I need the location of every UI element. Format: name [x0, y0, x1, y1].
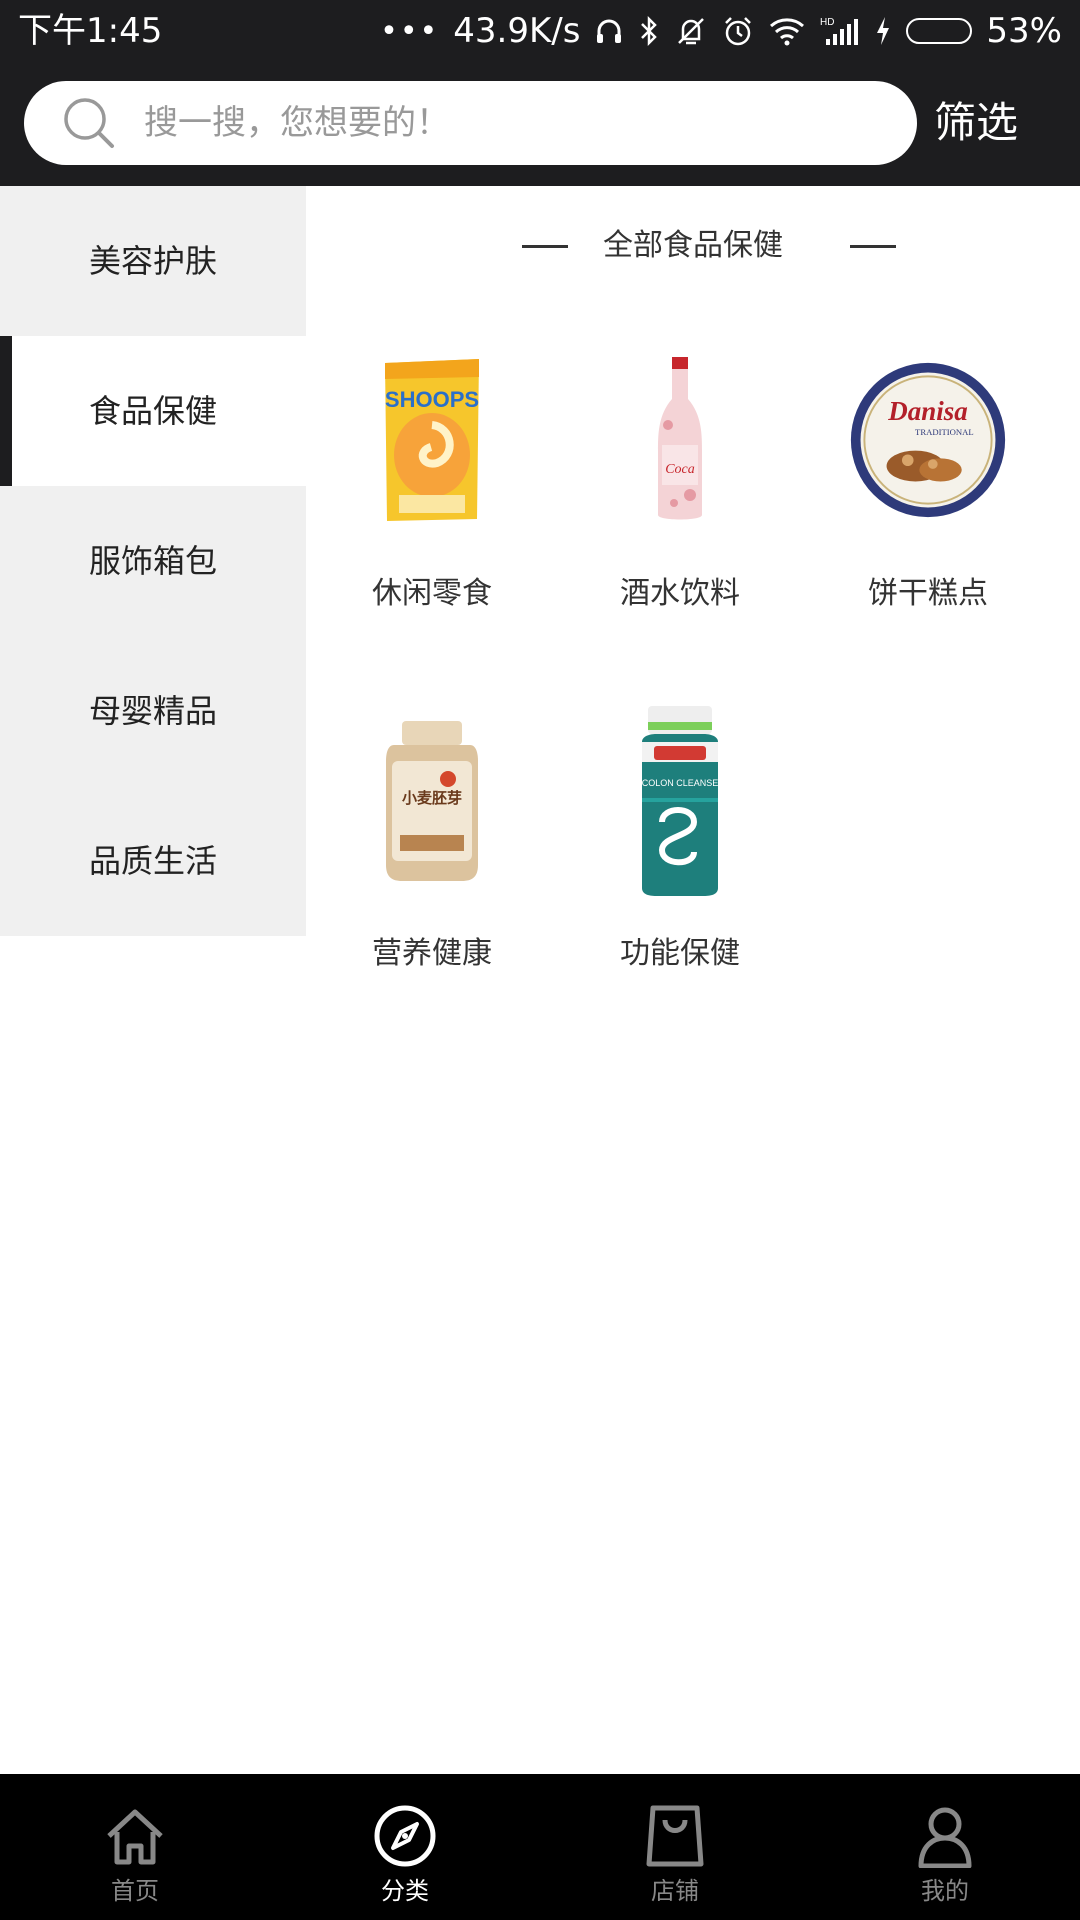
svg-text:SHOOPS: SHOOPS: [385, 387, 479, 412]
search-box[interactable]: [24, 81, 917, 165]
svg-text:小麦胚芽: 小麦胚芽: [402, 789, 462, 807]
wifi-icon: [768, 16, 806, 46]
compass-icon: [373, 1804, 437, 1868]
title-dash-left: [522, 245, 568, 248]
nav-tab-category[interactable]: 分类: [270, 1774, 540, 1920]
headset-icon: [594, 16, 624, 46]
bottom-nav: 首页 分类 店铺 我的: [0, 1774, 1080, 1920]
sidebar-item-food-health[interactable]: 食品保健: [0, 336, 306, 486]
sidebar-item-mother-baby[interactable]: 母婴精品: [0, 636, 306, 786]
category-item-label: 营养健康: [372, 936, 492, 971]
category-item-label: 休闲零食: [372, 576, 492, 611]
user-icon: [913, 1804, 977, 1869]
title-dash-right: [850, 245, 896, 248]
filter-button[interactable]: 筛选: [934, 80, 1018, 166]
section-title-text: 全部食品保健: [603, 228, 783, 263]
category-item-functional-health[interactable]: COLON CLEANSE 功能保健: [556, 706, 804, 1030]
sidebar-item-beauty[interactable]: 美容护肤: [0, 186, 306, 336]
drink-bottle-image: Coca: [600, 350, 760, 530]
status-icons: ••• 43.9K/s HD 53%: [380, 8, 1062, 54]
nav-label-category: 分类: [381, 1877, 429, 1905]
search-icon: [60, 94, 118, 152]
vibrate-mute-icon: [674, 15, 708, 47]
svg-text:TRADITIONAL: TRADITIONAL: [915, 427, 974, 437]
nav-label-home: 首页: [111, 1877, 159, 1905]
battery-percent: 53%: [986, 11, 1062, 51]
alarm-icon: [722, 15, 754, 47]
nav-tab-mine[interactable]: 我的: [810, 1774, 1080, 1920]
status-time: 下午1:45: [18, 11, 163, 51]
nutrition-jar-image: 小麦胚芽: [352, 710, 512, 890]
category-item-label: 酒水饮料: [620, 576, 740, 611]
charging-icon: [874, 15, 892, 47]
battery-icon: [906, 18, 973, 44]
more-dots: •••: [380, 13, 440, 49]
svg-text:Danisa: Danisa: [887, 396, 967, 426]
category-item-nutrition[interactable]: 小麦胚芽 营养健康: [308, 710, 556, 1030]
cookie-tin-image: Danisa TRADITIONAL: [848, 350, 1008, 530]
nav-label-shop: 店铺: [651, 1877, 699, 1905]
category-item-biscuits[interactable]: Danisa TRADITIONAL 饼干糕点: [804, 350, 1052, 670]
svg-text:HD: HD: [820, 17, 834, 28]
sidebar-item-apparel-bags[interactable]: 服饰箱包: [0, 486, 306, 636]
signal-hd-icon: HD: [820, 15, 860, 47]
category-sidebar: 美容护肤 食品保健 服饰箱包 母婴精品 品质生活: [0, 186, 306, 936]
category-item-drinks[interactable]: Coca 酒水饮料: [556, 350, 804, 670]
shop-bag-icon: [643, 1804, 707, 1868]
nav-tab-home[interactable]: 首页: [0, 1774, 270, 1920]
svg-text:COLON CLEANSE: COLON CLEANSE: [642, 778, 719, 788]
nav-tab-shop[interactable]: 店铺: [540, 1774, 810, 1920]
category-item-label: 饼干糕点: [868, 576, 988, 611]
section-title: 全部食品保健: [306, 224, 1080, 268]
snack-bag-image: SHOOPS: [352, 350, 512, 530]
sidebar-item-quality-life[interactable]: 品质生活: [0, 786, 306, 936]
category-item-label: 功能保健: [620, 936, 740, 971]
search-input[interactable]: [142, 102, 866, 144]
home-icon: [103, 1804, 167, 1868]
search-header: 筛选: [0, 62, 1080, 186]
network-speed: 43.9K/s: [453, 11, 581, 51]
supplement-bottle-image: COLON CLEANSE: [600, 706, 760, 896]
category-item-snacks[interactable]: SHOOPS 休闲零食: [308, 350, 556, 670]
svg-text:Coca: Coca: [665, 462, 695, 477]
bluetooth-icon: [638, 15, 660, 47]
status-bar: 下午1:45 ••• 43.9K/s HD 53%: [0, 0, 1080, 62]
nav-label-mine: 我的: [921, 1877, 969, 1905]
